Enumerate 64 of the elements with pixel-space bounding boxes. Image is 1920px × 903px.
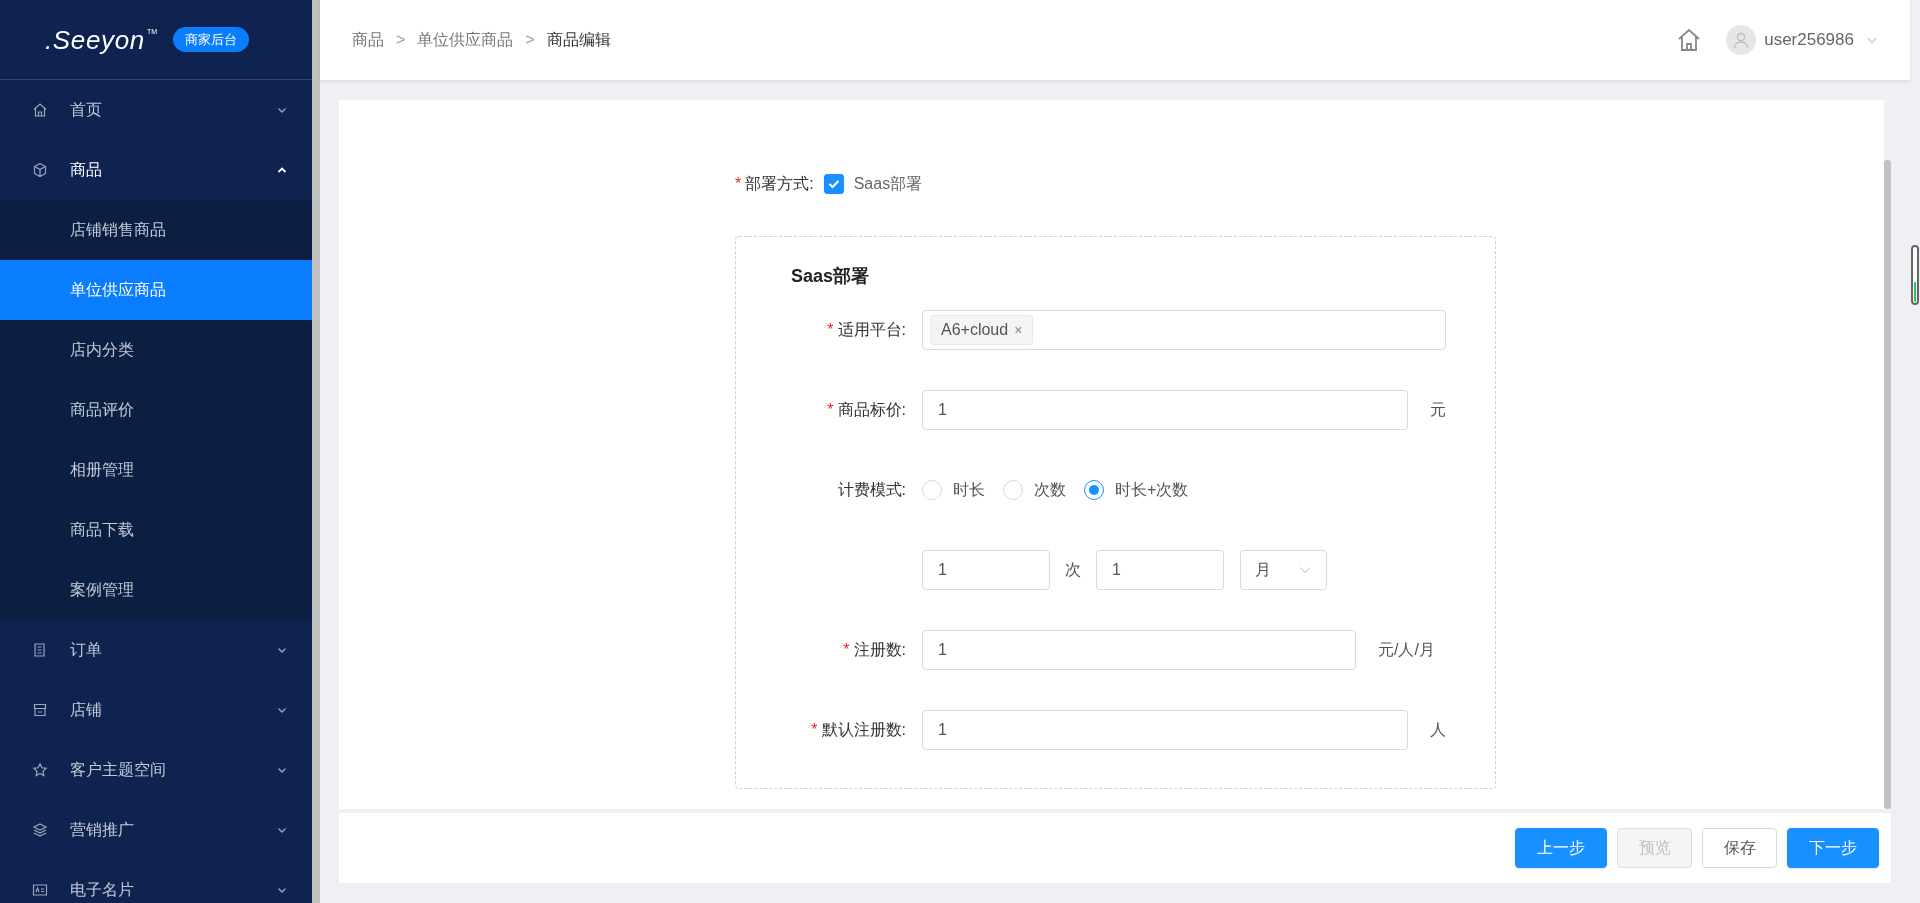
field-label: 计费模式:	[837, 480, 906, 500]
menu-item[interactable]: 店铺	[0, 680, 312, 740]
user-icon	[1732, 31, 1751, 49]
scrollbar-thumb[interactable]	[1884, 160, 1891, 809]
field-label: 适用平台:	[837, 320, 906, 340]
field-label: 默认注册数:	[821, 720, 906, 740]
home-icon	[32, 102, 48, 118]
menu-item[interactable]: 电子名片	[0, 860, 312, 903]
required-mark: *	[827, 400, 834, 420]
unit-label: 元/人/月	[1378, 640, 1435, 660]
id-card-icon	[32, 882, 48, 898]
duration-input[interactable]: 1	[1096, 550, 1224, 590]
breadcrumb-separator: >	[525, 30, 535, 50]
radio-option[interactable]: 时长+次数	[1084, 478, 1189, 502]
submenu-item[interactable]: 商品下载	[0, 500, 312, 560]
section-title: Saas部署	[790, 265, 871, 288]
submenu-item[interactable]: 案例管理	[0, 560, 312, 620]
store-icon	[32, 702, 48, 718]
checkbox-option[interactable]: Saas部署	[823, 172, 923, 196]
tag-select-field[interactable]: A6+cloud ×	[922, 310, 1446, 350]
submenu-item[interactable]: 相册管理	[0, 440, 312, 500]
scroll-indicator-icon	[1911, 245, 1919, 305]
breadcrumb-link[interactable]: 商品	[352, 28, 384, 52]
username[interactable]: user256986	[1764, 27, 1854, 53]
scrollbar[interactable]	[312, 0, 320, 903]
field-label: 商品标价:	[837, 400, 906, 420]
text-input[interactable]: 1	[922, 390, 1408, 430]
layers-icon	[32, 822, 48, 838]
star-icon	[32, 762, 48, 778]
radio-option[interactable]: 时长	[922, 478, 985, 502]
field-label: 注册数:	[853, 640, 906, 660]
unit-label: 人	[1430, 720, 1446, 740]
selected-tag: A6+cloud ×	[930, 315, 1034, 345]
required-mark: *	[735, 174, 742, 194]
breadcrumb-link[interactable]: 单位供应商品	[417, 28, 514, 52]
required-mark: *	[843, 640, 850, 660]
breadcrumb-separator: >	[396, 30, 406, 50]
unit-label: 元	[1430, 400, 1446, 420]
breadcrumb-link[interactable]: 商品编辑	[546, 28, 611, 52]
menu-item[interactable]: 商品	[0, 140, 312, 200]
radio-option[interactable]: 次数	[1003, 478, 1066, 502]
menu-item[interactable]: 营销推广	[0, 800, 312, 860]
document-icon	[32, 642, 48, 658]
logo: .Seeyon	[45, 26, 145, 53]
submenu-item[interactable]: 店内分类	[0, 320, 312, 380]
menu-item[interactable]: 首页	[0, 80, 312, 140]
cube-icon	[32, 162, 48, 178]
period-select[interactable]: 月	[1240, 550, 1327, 590]
required-mark: *	[811, 720, 818, 740]
submenu-item[interactable]: 单位供应商品	[0, 260, 312, 320]
text-input[interactable]: 1	[922, 710, 1408, 750]
menu-item[interactable]: 订单	[0, 620, 312, 680]
action-button[interactable]: 保存	[1702, 828, 1777, 868]
required-mark: *	[827, 320, 834, 340]
field-label: 部署方式:	[745, 174, 814, 194]
avatar[interactable]	[1726, 25, 1757, 55]
text-input[interactable]: 1	[922, 630, 1356, 670]
checkbox[interactable]	[823, 174, 844, 194]
merchant-badge: 商家后台	[173, 26, 250, 53]
count-input[interactable]: 1	[922, 550, 1050, 590]
unit-label: 次	[1065, 560, 1081, 580]
submenu-item[interactable]: 店铺销售商品	[0, 200, 312, 260]
menu-item[interactable]: 客户主题空间	[0, 740, 312, 800]
submenu-item[interactable]: 商品评价	[0, 380, 312, 440]
